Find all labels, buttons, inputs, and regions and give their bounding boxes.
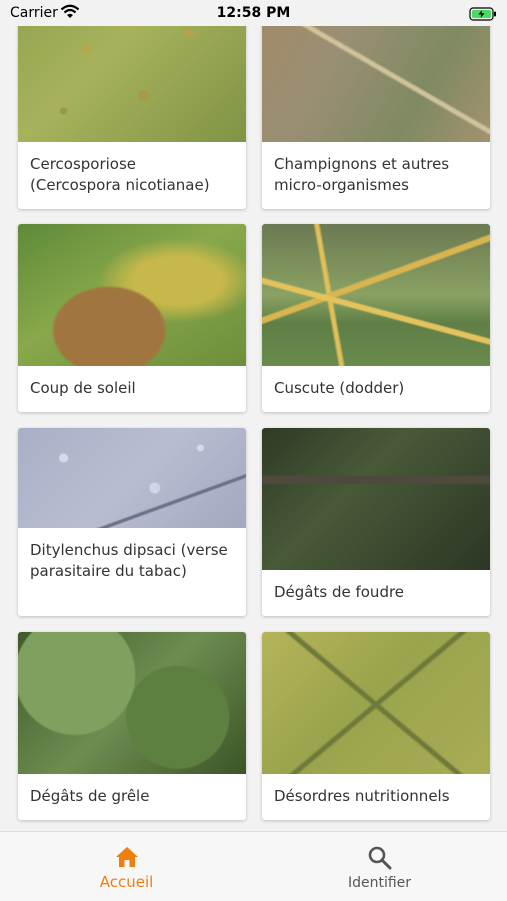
tab-identify-label: Identifier	[347, 875, 412, 891]
disease-card-label: Dégâts de grêle	[30, 787, 150, 805]
disease-photo	[262, 224, 490, 366]
disease-card-label: Cercosporiose (Cercospora nicotianae)	[30, 155, 210, 194]
tab-home-label: Accueil	[99, 873, 154, 891]
disease-card[interactable]: Désordres nutritionnels	[262, 632, 490, 820]
disease-card[interactable]: Dégâts de foudre	[262, 428, 490, 616]
disease-card[interactable]: Coup de soleil	[18, 224, 246, 412]
clock: 12:58 PM	[216, 5, 291, 21]
disease-card[interactable]: Cercosporiose (Cercospora nicotianae)	[18, 0, 246, 209]
disease-photo	[18, 224, 246, 366]
disease-photo	[262, 428, 490, 570]
disease-card[interactable]: Dégâts de grêle	[18, 632, 246, 820]
disease-grid: Cercosporiose (Cercospora nicotianae) Ch…	[0, 0, 507, 830]
disease-card-label: Cuscute (dodder)	[274, 379, 405, 397]
home-icon	[0, 845, 253, 871]
disease-card[interactable]: Ditylenchus dipsaci (verse parasitaire d…	[18, 428, 246, 616]
disease-card-label: Champignons et autres micro-organismes	[274, 155, 450, 194]
disease-card-label: Ditylenchus dipsaci (verse parasitaire d…	[30, 541, 228, 580]
status-bar: Carrier 12:58 PM	[0, 0, 507, 26]
bottom-tab-bar: Accueil Identifier	[0, 831, 507, 901]
disease-card[interactable]: Cuscute (dodder)	[262, 224, 490, 412]
battery-charging-icon	[469, 6, 497, 25]
disease-card-label: Dégâts de foudre	[274, 583, 405, 601]
disease-card[interactable]: Champignons et autres micro-organismes	[262, 0, 490, 209]
search-icon	[253, 845, 506, 871]
disease-card-label: Coup de soleil	[30, 379, 136, 397]
tab-identify[interactable]: Identifier	[253, 832, 506, 901]
disease-photo	[262, 632, 490, 774]
disease-photo	[18, 632, 246, 774]
disease-card-label: Désordres nutritionnels	[274, 787, 450, 805]
tab-home[interactable]: Accueil	[0, 832, 253, 901]
disease-photo	[18, 428, 246, 528]
